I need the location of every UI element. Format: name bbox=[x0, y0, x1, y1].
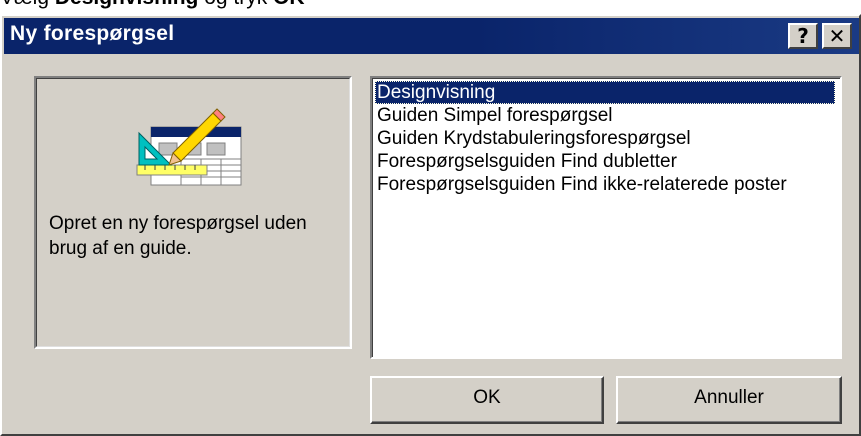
list-item-find-dubletter[interactable]: Forespørgselsguiden Find dubletter bbox=[375, 150, 679, 173]
title-bar[interactable]: Ny forespørgsel ? ✕ bbox=[4, 18, 859, 54]
preview-panel-inner: Opret en ny forespørgsel uden brug af en… bbox=[36, 78, 350, 347]
list-item-find-ikke-relaterede[interactable]: Forespørgselsguiden Find ikke-relaterede… bbox=[375, 173, 789, 196]
close-button[interactable]: ✕ bbox=[822, 23, 852, 49]
listbox-inner: Designvisning Guiden Simpel forespørgsel… bbox=[372, 78, 840, 357]
instruction-ok: OK bbox=[273, 0, 305, 9]
new-query-dialog: Ny forespørgsel ? ✕ Opret en ny forespør… bbox=[0, 14, 861, 436]
instruction-middle: og tryk bbox=[198, 0, 273, 9]
description-text: Opret en ny forespørgsel uden brug af en… bbox=[49, 213, 307, 259]
instruction-prefix: Vælg bbox=[0, 0, 55, 9]
query-design-icon bbox=[136, 108, 242, 186]
preview-panel: Opret en ny forespørgsel uden brug af en… bbox=[34, 76, 352, 349]
instruction-choice: Designvisning bbox=[55, 0, 199, 9]
ok-button[interactable]: OK bbox=[370, 376, 604, 424]
list-item-simpel[interactable]: Guiden Simpel forespørgsel bbox=[375, 104, 615, 127]
cancel-button[interactable]: Annuller bbox=[616, 376, 842, 424]
query-type-listbox[interactable]: Designvisning Guiden Simpel forespørgsel… bbox=[370, 76, 842, 359]
list-item-designvisning[interactable]: Designvisning bbox=[375, 81, 835, 104]
help-button[interactable]: ? bbox=[788, 23, 818, 49]
instruction-text: Vælg Designvisning og tryk OK bbox=[0, 0, 305, 9]
dialog-title: Ny forespørgsel bbox=[10, 22, 175, 45]
list-item-krydstabulering[interactable]: Guiden Krydstabuleringsforespørgsel bbox=[375, 127, 693, 150]
